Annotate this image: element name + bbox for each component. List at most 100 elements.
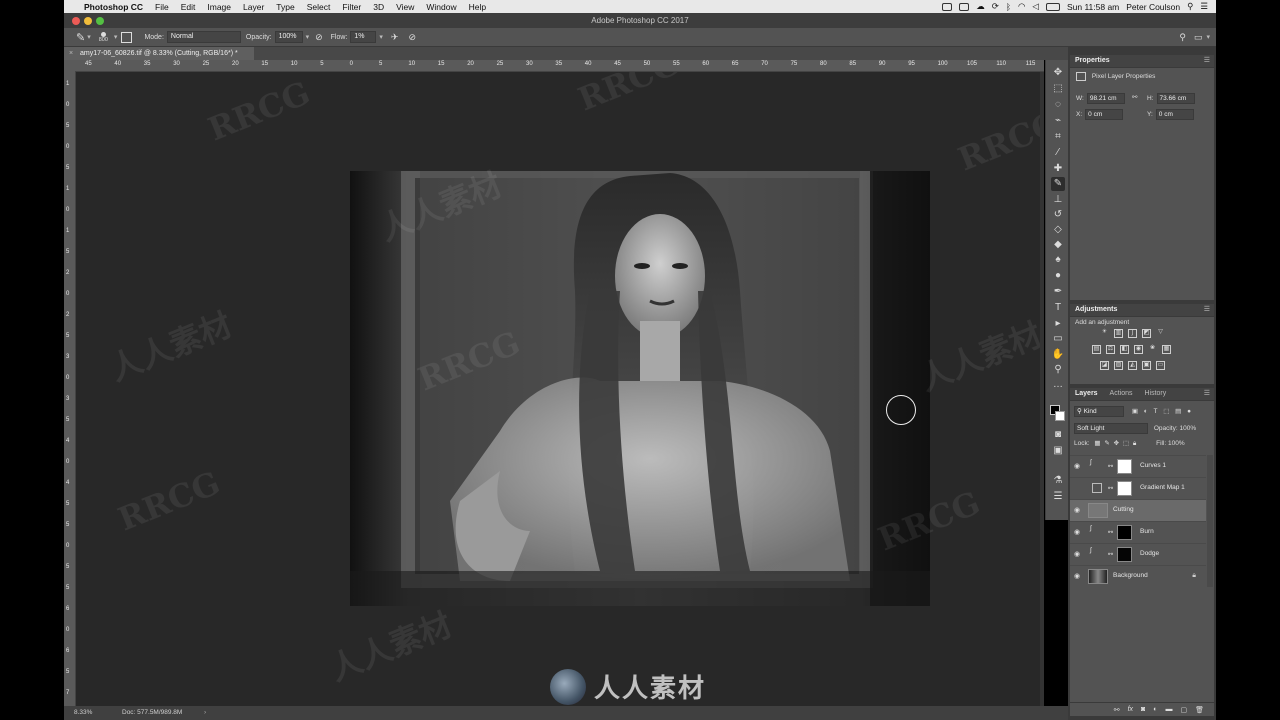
screen-record-icon[interactable] (942, 2, 953, 11)
quick-mask-icon[interactable]: ◙ (1051, 428, 1065, 442)
layer-name[interactable]: Burn (1140, 528, 1154, 535)
chevron-down-icon[interactable]: ▾ (87, 33, 91, 41)
pressure-opacity-icon[interactable]: ⊘ (315, 32, 323, 43)
visibility-eye-icon[interactable]: ◉ (1074, 462, 1080, 470)
menu-type[interactable]: Type (276, 2, 294, 12)
brush-size-picker[interactable]: 800 (99, 31, 108, 43)
color-balance-icon[interactable]: ⚖ (1106, 345, 1115, 354)
new-adjustment-icon[interactable]: ◐ (1153, 706, 1157, 713)
workspace-icon[interactable]: ▭ (1194, 32, 1203, 43)
black-white-icon[interactable]: ◧ (1120, 345, 1129, 354)
flow-field[interactable]: 1% (350, 31, 377, 43)
filter-shape-icon[interactable]: ⬚ (1163, 408, 1169, 415)
pressure-size-icon[interactable]: ⊘ (408, 32, 416, 43)
curves-icon[interactable]: ∫ (1128, 329, 1137, 338)
layer-name[interactable]: Gradient Map 1 (1140, 484, 1185, 491)
new-layer-icon[interactable]: ▢ (1180, 706, 1187, 714)
filter-pixel-icon[interactable]: ▣ (1132, 408, 1138, 415)
mask-link-icon[interactable]: ⚯ (1108, 463, 1113, 470)
zoom-window-button[interactable] (96, 17, 104, 25)
menu-image[interactable]: Image (207, 2, 231, 12)
mask-link-icon[interactable]: ⚯ (1108, 529, 1113, 536)
menu-filter[interactable]: Filter (342, 2, 361, 12)
document-tab[interactable]: × amy17-06_60826.tif @ 8.33% (Cutting, R… (64, 47, 254, 60)
mode-select[interactable]: Normal (166, 31, 241, 43)
document-canvas[interactable]: RRCG RRCG 人人素材 人人素材 RRCG RRCG RRCG 人人素材 … (76, 72, 1044, 706)
background-color-swatch[interactable] (1055, 411, 1065, 421)
healing-brush-tool-icon[interactable]: ✚ (1051, 162, 1065, 176)
layer-thumbnail[interactable] (1088, 503, 1108, 518)
lasso-tool-icon[interactable]: ◌ (1051, 98, 1065, 112)
link-dimensions-icon[interactable]: ⚯ (1132, 93, 1137, 101)
close-window-button[interactable] (72, 17, 80, 25)
photo-filter-icon[interactable]: ◉ (1134, 345, 1143, 354)
link-layers-icon[interactable]: ⚯ (1114, 706, 1120, 714)
filter-adjustment-icon[interactable]: ◐ (1144, 408, 1148, 415)
lock-position-icon[interactable]: ✥ (1114, 440, 1119, 447)
canvas-vertical-scrollbar[interactable] (1040, 72, 1044, 706)
dodge-tool-icon[interactable]: ● (1051, 269, 1065, 283)
close-tab-icon[interactable]: × (69, 47, 73, 60)
minimize-window-button[interactable] (84, 17, 92, 25)
layer-filter-kind-select[interactable]: ⚲ Kind (1074, 406, 1124, 417)
fill-field[interactable]: 100% (1168, 440, 1185, 447)
panel-menu-icon[interactable]: ☰ (1204, 55, 1210, 67)
brush-panel-toggle-icon[interactable] (121, 31, 133, 43)
properties-toggle-icon[interactable]: ☰ (1051, 490, 1065, 504)
zoom-level[interactable]: 8.33% (74, 706, 92, 720)
chevron-down-icon[interactable]: ▾ (1206, 33, 1210, 41)
panel-menu-icon[interactable]: ☰ (1204, 388, 1210, 400)
height-field[interactable]: 73.66 cm (1156, 93, 1195, 104)
lock-transparent-icon[interactable]: ▦ (1094, 440, 1100, 447)
blur-tool-icon[interactable]: ♠ (1051, 253, 1065, 267)
gradient-map-icon[interactable]: ▭ (1156, 361, 1165, 370)
hue-saturation-icon[interactable]: ▤ (1092, 345, 1101, 354)
marquee-tool-icon[interactable]: ⬚ (1051, 82, 1065, 96)
layer-fx-button[interactable]: fx (1128, 706, 1133, 713)
crop-tool-icon[interactable]: ⌗ (1051, 130, 1065, 144)
bluetooth-icon[interactable]: ᛒ (1006, 2, 1011, 12)
background-layer-thumbnail[interactable] (1088, 569, 1108, 584)
opacity-field[interactable]: 100% (274, 31, 303, 43)
mask-link-icon[interactable]: ⚯ (1108, 485, 1113, 492)
layer-row-curves[interactable]: ◉ ∫ ⚯ Curves 1 (1070, 455, 1206, 477)
invert-icon[interactable]: ◪ (1100, 361, 1109, 370)
menu-layer[interactable]: Layer (243, 2, 264, 12)
levels-icon[interactable]: ▥ (1114, 329, 1123, 338)
chevron-down-icon[interactable]: ▾ (306, 33, 310, 41)
layer-opacity-field[interactable]: 100% (1179, 425, 1196, 432)
chevron-right-icon[interactable]: › (204, 706, 206, 720)
zoom-tool-icon[interactable]: ⚲ (1051, 363, 1065, 377)
layers-scrollbar[interactable] (1207, 455, 1213, 587)
mask-link-icon[interactable]: ⚯ (1108, 551, 1113, 558)
width-field[interactable]: 98.21 cm (1086, 93, 1125, 104)
posterize-icon[interactable]: ▨ (1114, 361, 1123, 370)
camera-icon[interactable] (959, 2, 970, 11)
layer-name[interactable]: Background (1113, 572, 1148, 579)
sync-icon[interactable]: ⟳ (992, 1, 999, 12)
tab-actions[interactable]: Actions (1110, 390, 1133, 397)
vibrance-icon[interactable]: ▽ (1156, 329, 1165, 338)
lock-all-icon[interactable]: 🔒︎ (1133, 440, 1136, 447)
new-group-icon[interactable]: ▬ (1165, 706, 1172, 713)
visibility-eye-icon[interactable]: ◉ (1074, 550, 1080, 558)
menu-edit[interactable]: Edit (181, 2, 196, 12)
wifi-icon[interactable]: ◠ (1018, 1, 1025, 12)
cloud-icon[interactable]: ☁ (976, 1, 985, 12)
filter-type-icon[interactable]: T (1154, 408, 1158, 415)
menu-app-name[interactable]: Photoshop CC (84, 2, 143, 12)
more-tools-icon[interactable]: … (1051, 378, 1065, 392)
layer-row-cutting[interactable]: ◉ Cutting (1070, 499, 1206, 521)
eraser-tool-icon[interactable]: ◇ (1051, 223, 1065, 237)
menubar-user[interactable]: Peter Coulson (1126, 2, 1180, 12)
lock-icon[interactable]: 🔒︎ (1192, 572, 1196, 580)
add-mask-icon[interactable]: ◙ (1141, 706, 1145, 713)
visibility-eye-icon[interactable]: ◉ (1074, 572, 1080, 580)
adjustments-toggle-icon[interactable]: ⚗ (1051, 474, 1065, 488)
quick-select-tool-icon[interactable]: ⌁ (1051, 114, 1065, 128)
rectangle-tool-icon[interactable]: ▭ (1051, 332, 1065, 346)
menu-view[interactable]: View (396, 2, 414, 12)
ruler-origin[interactable] (64, 60, 76, 71)
gradient-tool-icon[interactable]: ◆ (1051, 238, 1065, 252)
filter-smart-object-icon[interactable]: ▤ (1175, 408, 1181, 415)
